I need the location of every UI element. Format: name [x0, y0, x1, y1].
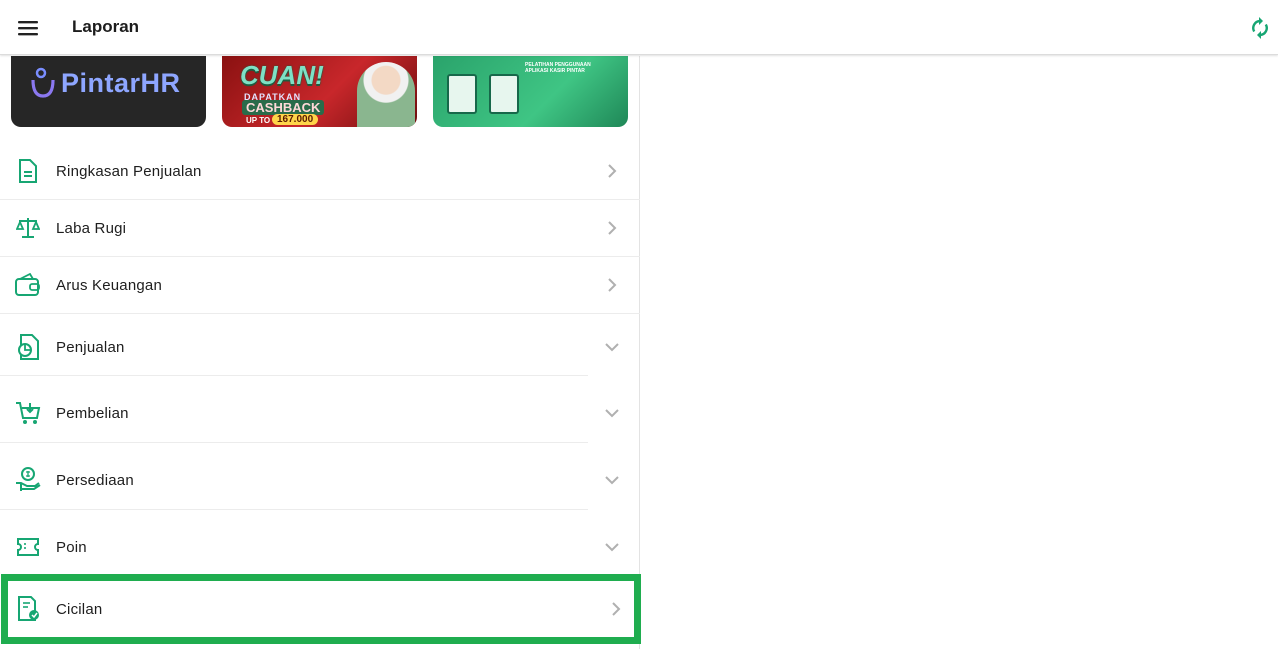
- refresh-icon[interactable]: [1246, 14, 1274, 42]
- banner-person-image: [357, 62, 415, 127]
- chevron-down-icon: [602, 403, 622, 423]
- chevron-right-icon: [602, 161, 622, 181]
- cuan-cashback-banner[interactable]: CUAN! DAPATKAN CASHBACK UP TO 167.000: [222, 56, 417, 127]
- menu-icon[interactable]: [14, 14, 42, 42]
- divider: [0, 256, 640, 257]
- menu-item-laba-rugi[interactable]: Laba Rugi: [0, 213, 640, 243]
- chevron-right-icon: [602, 218, 622, 238]
- menu-item-label: Laba Rugi: [56, 219, 127, 237]
- divider: [0, 375, 588, 376]
- document-icon: [15, 158, 41, 184]
- menu-item-poin[interactable]: Poin: [0, 532, 640, 562]
- scale-icon: [15, 215, 41, 241]
- menu-item-label: Cicilan: [56, 600, 103, 618]
- pintar-hr-banner[interactable]: PintarHR: [11, 56, 206, 127]
- badge-card-image: [489, 74, 519, 114]
- menu-item-pembelian[interactable]: Pembelian: [0, 398, 640, 428]
- chevron-right-icon: [602, 275, 622, 295]
- sales-report-icon: [15, 334, 41, 360]
- wallet-icon: [15, 272, 41, 298]
- menu-item-label: Poin: [56, 538, 87, 556]
- menu-item-label: Arus Keuangan: [56, 276, 163, 294]
- menu-item-label: Pembelian: [56, 404, 129, 422]
- divider: [0, 442, 588, 443]
- hand-coin-icon: [15, 467, 41, 493]
- menu-item-label: Penjualan: [56, 338, 125, 356]
- installment-icon: [15, 596, 41, 622]
- menu-item-persediaan[interactable]: Persediaan: [0, 465, 640, 495]
- chevron-down-icon: [602, 537, 622, 557]
- ticket-icon: [15, 534, 41, 560]
- menu-item-penjualan[interactable]: Penjualan: [0, 332, 640, 362]
- cart-download-icon: [15, 400, 41, 426]
- report-menu-panel: PintarHR CUAN! DAPATKAN CASHBACK UP TO 1…: [0, 56, 640, 649]
- pelatihan-banner[interactable]: PELATIHAN PENGGUNAAN APLIKASI KASIR PINT…: [433, 56, 628, 127]
- menu-item-ringkasan-penjualan[interactable]: Ringkasan Penjualan: [0, 156, 640, 186]
- chevron-down-icon: [602, 337, 622, 357]
- divider: [0, 313, 640, 314]
- divider: [0, 509, 588, 510]
- badge-card-image: [447, 74, 477, 114]
- app-bar: Laporan: [0, 0, 1278, 55]
- chevron-down-icon: [602, 470, 622, 490]
- menu-item-cicilan[interactable]: Cicilan: [0, 594, 640, 624]
- divider: [0, 199, 640, 200]
- page-title: Laporan: [72, 17, 140, 36]
- menu-item-label: Ringkasan Penjualan: [56, 162, 202, 180]
- chevron-right-icon: [606, 599, 626, 619]
- pintar-hr-logo: PintarHR: [29, 66, 181, 100]
- menu-item-label: Persediaan: [56, 471, 134, 489]
- menu-item-arus-keuangan[interactable]: Arus Keuangan: [0, 270, 640, 300]
